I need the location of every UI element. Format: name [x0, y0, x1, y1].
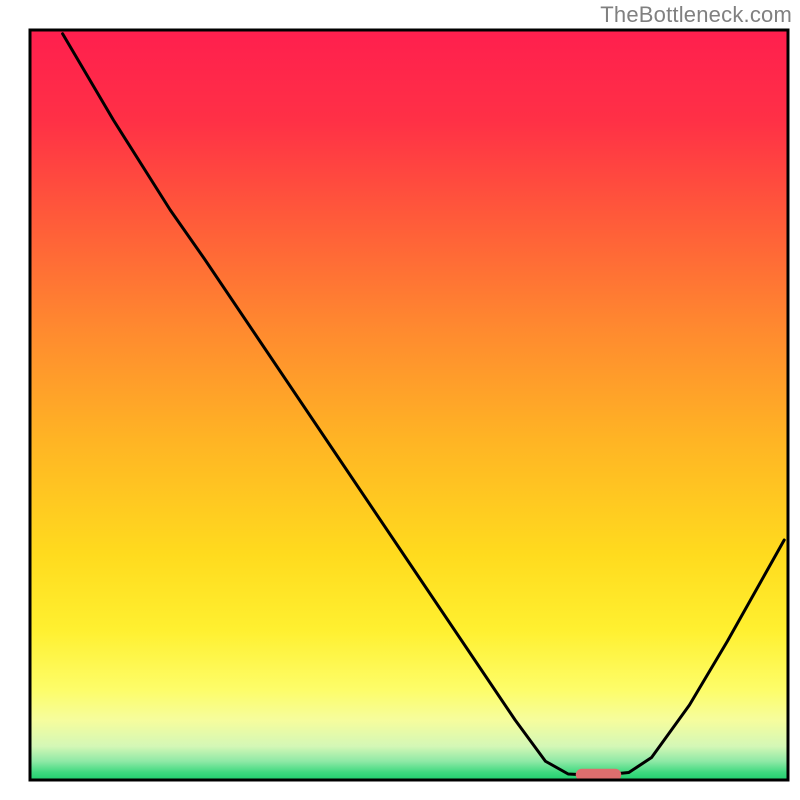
bottleneck-chart [0, 0, 800, 800]
chart-container: { "watermark": "TheBottleneck.com", "cha… [0, 0, 800, 800]
chart-background [30, 30, 788, 780]
watermark-text: TheBottleneck.com [600, 2, 792, 28]
